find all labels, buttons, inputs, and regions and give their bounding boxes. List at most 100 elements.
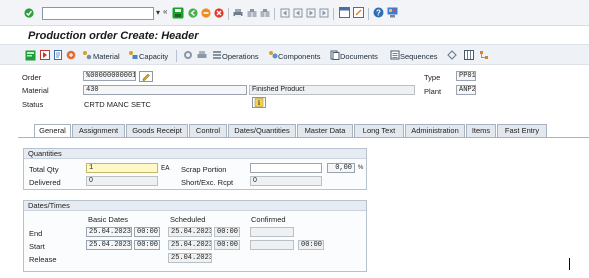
short-exc-receipt-field: 0 [250,176,322,186]
material-icon[interactable] [82,50,92,60]
table-icon[interactable] [464,50,474,60]
change-order-button[interactable] [139,71,153,82]
tab-items[interactable]: Items [466,124,496,137]
info-icon: i [254,98,264,107]
separator [176,50,177,62]
separator [274,8,275,20]
chevron-down-icon[interactable]: ▾ [156,8,160,17]
checkpoint-icon[interactable] [66,50,76,60]
sequences-button[interactable]: Sequences [400,52,438,61]
end-scheduled-time-field: 00:00 [214,227,240,237]
display-object-icon[interactable] [40,50,50,60]
plant-label: Plant [424,87,442,96]
first-page-icon[interactable] [280,8,290,18]
tab-divider [18,137,589,138]
tab-assignment[interactable]: Assignment [72,124,125,137]
documents-button[interactable]: Documents [340,52,378,61]
sequences-icon[interactable] [390,50,400,60]
capacity-button[interactable]: Capacity [139,52,168,61]
header-icon[interactable] [25,50,36,61]
total-qty-label: Total Qty [29,165,59,174]
start-confirmed-date-field [250,240,294,250]
end-basic-time-field[interactable]: 00:00 [134,227,160,237]
status-value: CRTD MANC SETC [84,100,151,109]
exit-icon[interactable] [201,8,211,18]
print-icon[interactable] [233,8,243,18]
material-description: Finished Product [249,85,415,95]
document-icon[interactable] [53,50,63,60]
shortcut-icon[interactable] [353,7,364,18]
separator [368,8,369,20]
start-basic-date-field[interactable]: 25.04.2023 [86,240,132,250]
documents-icon[interactable] [330,50,340,60]
separator [333,8,334,20]
components-button[interactable]: Components [278,52,321,61]
material-label: Material [22,86,49,95]
end-basic-date-field[interactable]: 25.04.2023 [86,227,132,237]
end-confirmed-date-field [250,227,294,237]
order-label: Order [22,73,42,82]
cancel-icon[interactable] [214,8,224,18]
operations-icon[interactable] [212,50,222,60]
delivered-field: 0 [86,176,158,186]
percent-sign: % [358,165,364,171]
customize-layout-icon[interactable] [387,7,398,18]
total-qty-field[interactable]: 1 [86,163,158,173]
tab-dates-quantities[interactable]: Dates/Quantities [228,124,296,137]
type-label: Type [424,73,441,82]
last-page-icon[interactable] [319,8,329,18]
help-icon[interactable]: ? [373,7,384,18]
short-exc-receipt-label: Short/Exc. Rcpt [181,178,234,187]
tab-control[interactable]: Control [189,124,227,137]
command-field[interactable] [42,7,154,20]
start-basic-time-field[interactable]: 00:00 [134,240,160,250]
tab-fast-entry[interactable]: Fast Entry [497,124,547,137]
release-label: Release [29,255,57,264]
status-icon[interactable] [447,50,457,60]
delivered-label: Delivered [29,178,61,187]
start-scheduled-time-field: 00:00 [214,240,240,250]
scrap-portion-label: Scrap Portion [181,165,227,174]
order-number-field[interactable]: %00000000001 [83,71,136,81]
status-info-button[interactable]: i [252,97,266,108]
material-field[interactable]: 430 [83,85,247,95]
material-button[interactable]: Material [93,52,120,61]
end-scheduled-date-field: 25.04.2023 [168,227,212,237]
scrap-percent-field[interactable]: 0,00 [327,163,355,173]
tab-administration[interactable]: Administration [405,124,465,137]
find-icon[interactable] [247,8,257,18]
components-icon[interactable] [268,50,278,60]
collapse-icon[interactable]: « [163,7,167,16]
scrap-portion-field[interactable] [250,163,322,173]
operations-button[interactable]: Operations [222,52,259,61]
status-label: Status [22,100,44,109]
next-page-icon[interactable] [306,8,316,18]
pencil-icon [142,73,150,81]
application-toolbar: Material Capacity Operations Components … [0,44,589,65]
plant-field[interactable]: ANP2 [456,85,476,95]
basic-dates-header: Basic Dates [88,215,129,224]
start-scheduled-date-field: 25.04.2023 [168,240,212,250]
tab-goods-receipt[interactable]: Goods Receipt [126,124,188,137]
previous-page-icon[interactable] [293,8,303,18]
back-icon[interactable] [188,8,198,18]
capacity-icon[interactable] [128,50,138,60]
scheduled-header: Scheduled [170,215,206,224]
page-title: Production order Create: Header [28,30,199,42]
command-bar: ▾ « ? [0,0,589,26]
print-icon[interactable] [197,50,207,60]
tab-general[interactable]: General [34,124,71,138]
enter-check-icon[interactable] [24,8,34,18]
save-icon[interactable] [172,7,184,19]
find-next-icon[interactable] [260,8,270,18]
new-session-icon[interactable] [339,7,350,18]
settings-icon[interactable] [183,50,193,60]
dates-times-title: Dates/Times [24,201,366,211]
order-type-field[interactable]: PP01 [456,71,476,81]
release-scheduled-date-field: 25.04.2023 [168,253,212,263]
svg-text:i: i [258,99,260,107]
tab-master-data[interactable]: Master Data [297,124,353,137]
structure-icon[interactable] [479,50,489,60]
tab-long-text[interactable]: Long Text [354,124,404,137]
text-cursor [569,258,570,270]
